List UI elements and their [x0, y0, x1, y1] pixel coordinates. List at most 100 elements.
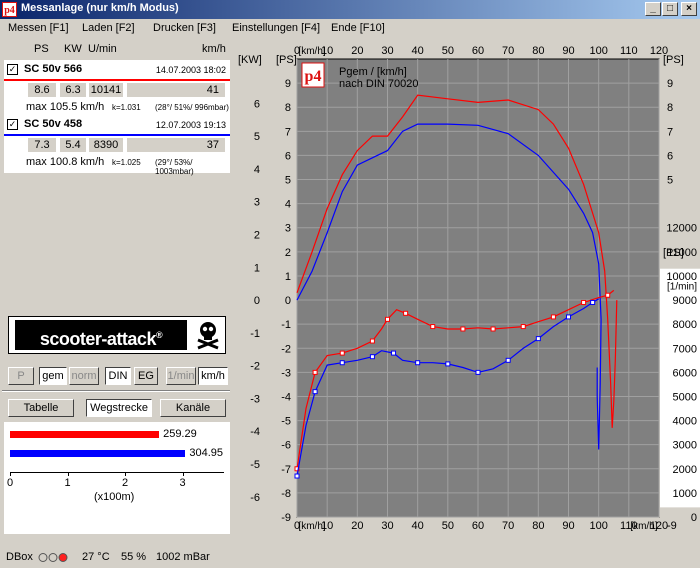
entry-2-name: SC 50v 458 — [24, 118, 83, 130]
tab-kanaele[interactable]: Kanäle — [160, 399, 226, 417]
ps-tick-label: -4 — [281, 391, 291, 403]
ps-tick-label: 0 — [285, 295, 291, 307]
entry-1-kmh: 41 — [127, 83, 225, 97]
rpm-tick-label: 9000 — [673, 295, 697, 307]
x-tick-label-bottom: 70 — [502, 520, 514, 531]
entry-1-max: max 105.5 km/h — [26, 101, 105, 113]
ps-tick-label: 2 — [285, 247, 291, 259]
series-marker — [312, 369, 318, 375]
ps-tick-label: 6 — [285, 150, 291, 162]
kw-tick-label: 3 — [254, 197, 260, 209]
menu-einstellungen[interactable]: Einstellungen [F4] — [232, 22, 320, 34]
rpm-tick-label: 6000 — [673, 367, 697, 379]
kw-tick-label: 2 — [254, 229, 260, 241]
ps-tick-label: -7 — [281, 464, 291, 476]
distance-tick — [125, 472, 126, 476]
ps-tick-label: 4 — [285, 199, 291, 211]
left-axis-unit-kw: [KW] — [238, 54, 262, 66]
kw-tick-label: 4 — [254, 164, 260, 176]
series-marker — [605, 292, 611, 298]
right-ps-tick-label: 5 — [667, 175, 673, 187]
distance-axis-label: (x100m) — [94, 491, 135, 503]
ps-tick-label: -8 — [281, 488, 291, 500]
x-tick-label-bottom: 50 — [442, 520, 454, 531]
x-tick-label-top: 60 — [472, 45, 484, 57]
series-marker — [369, 354, 375, 360]
ps-tick-label: 9 — [285, 78, 291, 90]
distance-tick — [67, 472, 69, 476]
rpm-tick-label: 0 — [691, 512, 697, 524]
toggle-p[interactable]: P — [8, 367, 34, 385]
x-tick-label-bottom: 40 — [412, 520, 424, 531]
status-pressure: 1002 mBar — [156, 551, 210, 563]
x-tick-label-bottom: 90 — [562, 520, 574, 531]
x-axis-unit-top: [km/h] — [298, 46, 325, 57]
x-tick-label-top: 70 — [502, 45, 514, 57]
entry-1-kw: 6.3 — [60, 83, 86, 97]
rpm-tick-label: 5000 — [673, 391, 697, 403]
menu-messen[interactable]: Messen [F1] — [8, 22, 69, 34]
entry-2-k: k=1.025 — [112, 158, 141, 167]
ps-tick-label: -1 — [281, 319, 291, 331]
x-tick-label-top: 100 — [589, 45, 607, 57]
ps-tick-label: 3 — [285, 223, 291, 235]
x-axis-unit-bottom-right: [km/h] — [630, 521, 657, 531]
status-dbox: DBox — [6, 551, 33, 563]
series-marker — [566, 314, 571, 320]
status-bar: DBox 27 °C 55 % 1002 mBar — [0, 547, 232, 568]
series-marker — [520, 324, 526, 330]
series-marker — [460, 326, 466, 332]
menu-laden[interactable]: Laden [F2] — [82, 22, 135, 34]
toggle-gem[interactable]: gem — [39, 367, 67, 385]
kw-tick-label: 6 — [254, 98, 260, 110]
entry-1-rpm: 10141 — [89, 83, 123, 97]
maximize-button[interactable]: □ — [662, 2, 678, 16]
measurement-entry-2[interactable]: ✓ SC 50v 458 12.07.2003 19:13 7.3 5.4 83… — [4, 115, 230, 176]
right-ps-tick-bottom: -9 — [667, 520, 677, 531]
toggle-eg[interactable]: EG — [134, 367, 158, 385]
entry-2-kw: 5.4 — [60, 138, 86, 152]
toggle-rpm[interactable]: 1/min — [166, 367, 196, 385]
entry-2-checkbox[interactable]: ✓ — [7, 119, 18, 130]
header-ps: PS — [34, 43, 49, 55]
entry-1-k: k=1.031 — [112, 103, 141, 112]
status-lights-icon — [38, 553, 68, 562]
ps-tick-label: 1 — [285, 271, 291, 283]
close-button[interactable]: × — [681, 2, 697, 16]
menu-drucken[interactable]: Drucken [F3] — [153, 22, 216, 34]
entry-2-max: max 100.8 km/h — [26, 156, 105, 168]
x-tick-label-top: 80 — [532, 45, 544, 57]
chart-annotation: Pgem / [km/h] — [339, 66, 407, 78]
logo-text: scooter-attack® — [15, 320, 187, 350]
entry-1-conditions: (28°/ 51%/ 996mbar) — [155, 103, 229, 112]
entry-1-name: SC 50v 566 — [24, 63, 83, 75]
toggle-kmh[interactable]: km/h — [198, 367, 228, 385]
toggle-din[interactable]: DIN — [105, 367, 131, 385]
distance-bar-red — [10, 431, 160, 438]
toggle-norm[interactable]: norm — [69, 367, 99, 385]
entry-1-checkbox[interactable]: ✓ — [7, 64, 18, 75]
header-rpm: U/min — [88, 43, 117, 55]
distance-tick — [10, 472, 11, 476]
series-marker — [475, 369, 481, 375]
chart-area: 0 0 10 10 20 20 30 30 40 40 50 50 60 60 70 70 80 80 90 90 10… — [232, 37, 700, 532]
tab-wegstrecke[interactable]: Wegstrecke — [86, 399, 152, 417]
x-tick-label-top: 30 — [381, 45, 393, 57]
menu-ende[interactable]: Ende [F10] — [331, 22, 385, 34]
entry-2-conditions: (29°/ 53%/ 1003mbar) — [155, 158, 194, 176]
left-panel: PS KW U/min km/h ✓ SC 50v 566 14.07.2003… — [0, 37, 232, 563]
measurement-entry-1[interactable]: ✓ SC 50v 566 14.07.2003 18:02 8.6 6.3 10… — [4, 60, 230, 118]
minimize-button[interactable]: _ — [645, 2, 661, 16]
kw-tick-label: 0 — [254, 295, 260, 307]
kw-tick-label: 1 — [254, 262, 260, 274]
entry-2-color-line — [4, 134, 230, 136]
left-axis-unit-ps: [PS] — [276, 54, 297, 66]
kw-tick-label: -6 — [250, 492, 260, 504]
x-tick-label-bottom: 80 — [532, 520, 544, 531]
app-icon: p4 — [2, 2, 17, 17]
x-tick-label-bottom: 60 — [472, 520, 484, 531]
rpm-tick-label: 2000 — [673, 464, 697, 476]
tab-tabelle[interactable]: Tabelle — [8, 399, 74, 417]
ps-tick-label: 7 — [285, 126, 291, 138]
entry-2-ps: 7.3 — [28, 138, 56, 152]
